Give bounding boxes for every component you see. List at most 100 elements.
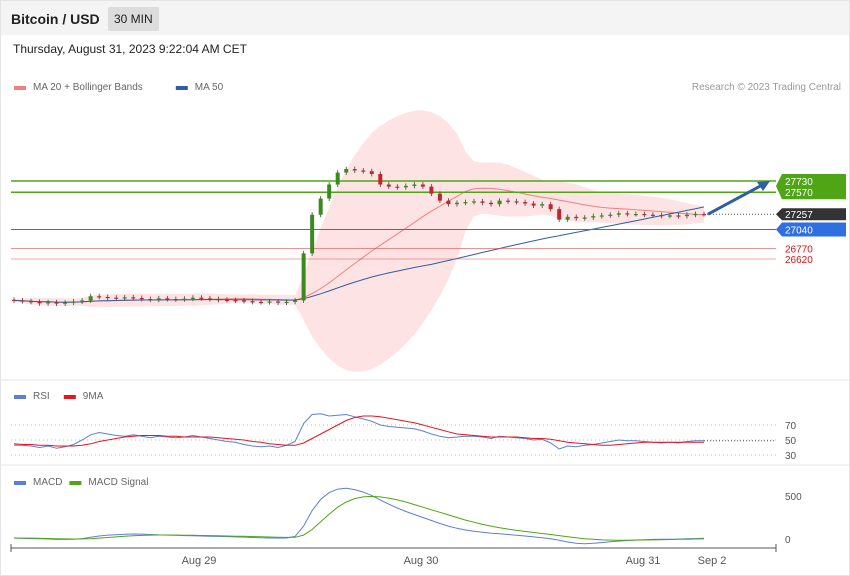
candle-body	[420, 184, 425, 187]
candle-body	[608, 214, 613, 216]
legend-macd-swatch	[69, 481, 82, 485]
candle-body	[352, 169, 357, 171]
legend-rsi-label: 9MA	[83, 391, 104, 402]
resistance-label: 27570	[785, 188, 813, 199]
candle-body	[182, 298, 187, 300]
candle-body	[105, 296, 110, 299]
x-tick-label: Aug 29	[182, 555, 217, 567]
candle-body	[548, 204, 553, 210]
candle-body	[506, 200, 511, 202]
candle-body	[173, 299, 178, 301]
credit-label: Research © 2023 Trading Central	[692, 82, 841, 93]
candle-body	[702, 214, 706, 216]
candle-body	[446, 200, 451, 205]
legend-main-swatch	[175, 86, 188, 90]
chart-canvas: MA 20 + Bollinger Bands MA 50 RSI 9MA MACD MA…	[1, 82, 849, 567]
candle-body	[565, 216, 570, 220]
candle-body	[267, 301, 272, 303]
macd-series-line	[13, 487, 705, 545]
candle-body	[540, 204, 545, 206]
candle-body	[80, 300, 85, 302]
x-tick-label: Sep 2	[698, 555, 727, 567]
candle-body	[97, 296, 102, 298]
candle-body	[574, 216, 579, 219]
candle-body	[497, 200, 502, 205]
candle-body	[190, 297, 195, 299]
candle-body	[29, 301, 34, 303]
candle-body	[514, 201, 519, 203]
candle-body	[684, 214, 689, 217]
support-label: 26620	[785, 255, 813, 266]
candle-body	[12, 299, 16, 301]
candle-body	[301, 253, 306, 301]
resistance-label: 27730	[785, 177, 813, 188]
legend-main-swatch	[14, 86, 26, 90]
candle-body	[37, 301, 42, 304]
candle-body	[693, 214, 698, 216]
candle-body	[344, 169, 349, 173]
candle-body	[633, 214, 638, 216]
legend-macd-label: MACD	[33, 477, 62, 488]
candle-body	[361, 170, 366, 172]
candle-body	[463, 202, 468, 204]
rsi-series-line	[13, 415, 704, 447]
candle-body	[54, 302, 59, 304]
macd-series-line	[13, 495, 705, 541]
candle-body	[625, 213, 630, 215]
candle-body	[318, 198, 323, 215]
candle-body	[63, 302, 68, 304]
candle-body	[216, 299, 221, 301]
candle-body	[403, 185, 408, 188]
candle-body	[88, 296, 93, 301]
candle-body	[412, 184, 417, 186]
candle-body	[369, 171, 374, 174]
legend-main-label: MA 20 + Bollinger Bands	[33, 82, 143, 93]
legend-rsi-label: RSI	[33, 391, 50, 402]
candle-body	[114, 297, 119, 299]
candle-body	[242, 300, 246, 302]
candle-body	[284, 301, 289, 304]
candle-body	[454, 202, 459, 205]
candle-body	[667, 215, 672, 217]
candle-body	[480, 201, 485, 203]
candle-body	[582, 217, 587, 219]
candle-body	[659, 215, 664, 217]
candle-body	[557, 209, 562, 220]
legend-rsi-swatch	[63, 395, 76, 399]
pivot-label: 27040	[785, 225, 813, 236]
x-tick-label: Aug 31	[626, 555, 661, 567]
candle-body	[207, 298, 212, 300]
candle-body	[642, 214, 647, 216]
candle-body	[650, 214, 655, 216]
legend-macd-label: MACD Signal	[88, 477, 148, 488]
legend-rsi-swatch	[14, 395, 26, 399]
candle-body	[378, 173, 383, 185]
candle-body	[20, 300, 25, 302]
candle-body	[531, 203, 536, 206]
candle-body	[139, 298, 144, 300]
candle-body	[386, 184, 391, 187]
last-price-label: 27257	[785, 210, 813, 221]
candle-body	[165, 298, 170, 300]
rsi-tick-label: 70	[785, 421, 797, 432]
candle-body	[224, 299, 229, 301]
candle-body	[489, 202, 494, 205]
candle-body	[156, 298, 161, 300]
candle-body	[523, 202, 528, 204]
candle-body	[616, 213, 621, 215]
candle-body	[71, 301, 76, 303]
candle-body	[599, 215, 604, 217]
legend-macd-swatch	[14, 481, 26, 485]
candle-body	[437, 193, 442, 201]
candle-body	[199, 297, 204, 299]
candle-body	[310, 214, 315, 254]
x-tick-label: Aug 30	[404, 555, 439, 567]
candle-body	[335, 172, 340, 185]
candle-body	[327, 184, 332, 199]
candle-body	[472, 201, 476, 203]
bollinger-band	[14, 110, 704, 372]
support-label: 26770	[785, 244, 813, 255]
candle-body	[122, 297, 127, 299]
forecast-arrow	[707, 182, 765, 216]
candle-body	[233, 300, 238, 302]
